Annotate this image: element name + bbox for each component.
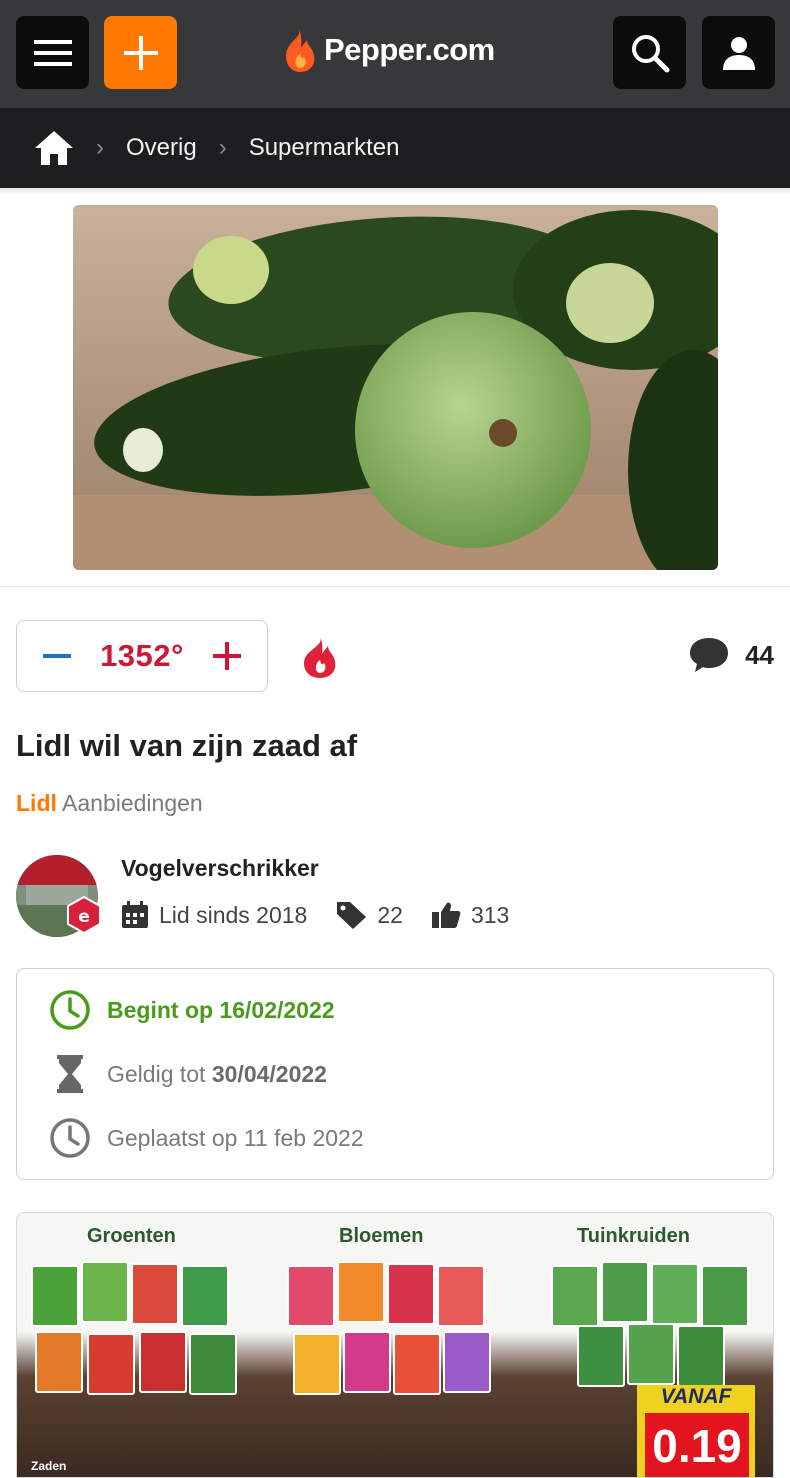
- deal-count: 22: [335, 900, 403, 930]
- user-badge-icon: e: [67, 895, 101, 935]
- search-icon: [631, 34, 669, 72]
- clock-green-icon: [50, 990, 90, 1030]
- price-value: 0.19: [645, 1413, 749, 1477]
- start-date-text: Begint op 16/02/2022: [107, 996, 335, 1023]
- seed-packet: [387, 1263, 435, 1325]
- username[interactable]: Vogelverschrikker: [121, 855, 319, 882]
- merchant-category: Aanbiedingen: [62, 790, 203, 816]
- seed-packet: [87, 1333, 135, 1395]
- member-since: Lid sinds 2018: [121, 901, 307, 929]
- seed-packet: [627, 1323, 675, 1385]
- like-count: 313: [431, 901, 509, 929]
- tag-icon: [337, 902, 367, 929]
- breadcrumb: › Overig › Supermarkten: [0, 108, 790, 188]
- comment-icon: [690, 638, 729, 672]
- seed-packet: [577, 1325, 625, 1387]
- seed-packet: [393, 1333, 441, 1395]
- user-stats: Lid sinds 2018 22 313: [121, 900, 537, 930]
- seed-packet: [551, 1265, 599, 1327]
- flame-logo-icon: [286, 28, 315, 72]
- like-count-text: 313: [470, 901, 510, 928]
- account-button[interactable]: [702, 16, 775, 89]
- chevron-right-icon: ›: [96, 134, 104, 161]
- promo-footer-label: Zaden: [31, 1459, 67, 1473]
- posted-row: Geplaatst op 11 feb 2022: [49, 1117, 364, 1159]
- price-tag: VANAF 0.19: [637, 1385, 755, 1477]
- vote-up-button[interactable]: [211, 640, 243, 672]
- comments-link[interactable]: 44: [689, 636, 774, 674]
- seed-packet: [181, 1265, 229, 1327]
- seed-packet: [601, 1261, 649, 1323]
- seed-packet: [293, 1333, 341, 1395]
- seed-packet: [131, 1263, 179, 1325]
- thumbs-up-icon: [431, 902, 461, 928]
- divider: [0, 586, 790, 587]
- pepper-logo[interactable]: Pepper.com: [280, 24, 495, 76]
- start-date-row: Begint op 16/02/2022: [49, 989, 335, 1031]
- seed-packet: [437, 1265, 485, 1327]
- hourglass-icon: [57, 1055, 83, 1093]
- promo-heading-bloemen: Bloemen: [339, 1225, 424, 1247]
- add-deal-button[interactable]: [104, 16, 177, 89]
- search-button[interactable]: [613, 16, 686, 89]
- vanaf-label: VANAF: [660, 1385, 732, 1408]
- seed-packet: [651, 1263, 699, 1325]
- comment-count: 44: [745, 639, 774, 670]
- merchant-link[interactable]: Lidl: [16, 790, 57, 816]
- seed-packet: [343, 1331, 391, 1393]
- plus-icon: [123, 35, 158, 70]
- promo-heading-tuinkruiden: Tuinkruiden: [577, 1225, 690, 1247]
- menu-icon: [33, 39, 72, 66]
- deal-info-box: Begint op 16/02/2022 Geldig tot 30/04/20…: [16, 968, 774, 1180]
- logo-text: Pepper.com: [324, 32, 495, 67]
- seed-packet: [701, 1265, 749, 1327]
- deal-temperature: 1352°: [100, 638, 184, 673]
- seed-packet: [139, 1331, 187, 1393]
- posted-text: Geplaatst op 11 feb 2022: [107, 1124, 364, 1151]
- seed-packet: [31, 1265, 79, 1327]
- member-since-text: Lid sinds 2018: [159, 901, 308, 928]
- breadcrumb-home[interactable]: [34, 130, 74, 166]
- calendar-icon: [122, 901, 148, 928]
- seed-packet: [337, 1261, 385, 1323]
- seed-packet: [677, 1325, 725, 1387]
- user-icon: [722, 36, 755, 70]
- promo-image[interactable]: Groenten Bloemen Tuinkruiden VANAF 0.19 …: [16, 1212, 774, 1478]
- seed-packet: [287, 1265, 335, 1327]
- breadcrumb-item-supermarkten[interactable]: Supermarkten: [249, 134, 400, 162]
- seed-packet: [189, 1333, 237, 1395]
- vote-box: 1352°: [16, 620, 268, 692]
- zucchini-photo: [73, 205, 718, 570]
- vote-down-button[interactable]: [41, 640, 73, 672]
- deal-title: Lidl wil van zijn zaad af: [16, 728, 358, 763]
- clock-icon: [50, 1118, 90, 1158]
- deal-count-text: 22: [377, 901, 403, 928]
- valid-until-date: 30/04/2022: [211, 1060, 327, 1087]
- hot-flame-icon: [303, 636, 336, 678]
- home-icon: [35, 131, 73, 165]
- menu-button[interactable]: [16, 16, 89, 89]
- valid-until-row: Geldig tot 30/04/2022: [49, 1053, 327, 1095]
- valid-until-label: Geldig tot: [107, 1060, 206, 1087]
- promo-heading-groenten: Groenten: [87, 1225, 176, 1247]
- svg-text:e: e: [78, 907, 90, 927]
- seed-packet: [81, 1261, 129, 1323]
- chevron-right-icon: ›: [218, 134, 227, 161]
- seed-packet: [35, 1331, 83, 1393]
- breadcrumb-shadow: [0, 188, 790, 194]
- breadcrumb-item-overig[interactable]: Overig: [126, 134, 197, 162]
- seed-packet: [443, 1331, 491, 1393]
- merchant-line: Lidl Aanbiedingen: [16, 790, 203, 817]
- top-bar: Pepper.com: [0, 0, 790, 108]
- deal-image[interactable]: [73, 205, 718, 570]
